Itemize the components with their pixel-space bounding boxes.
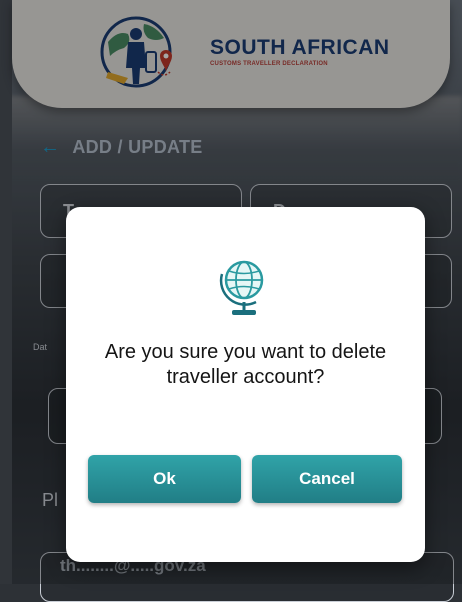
- cancel-button[interactable]: Cancel: [252, 455, 402, 503]
- ok-button[interactable]: Ok: [88, 455, 241, 503]
- dialog-message: Are you sure you want to delete travelle…: [104, 341, 387, 388]
- confirm-delete-dialog: Are you sure you want to delete travelle…: [66, 207, 425, 562]
- globe-icon: [219, 260, 264, 315]
